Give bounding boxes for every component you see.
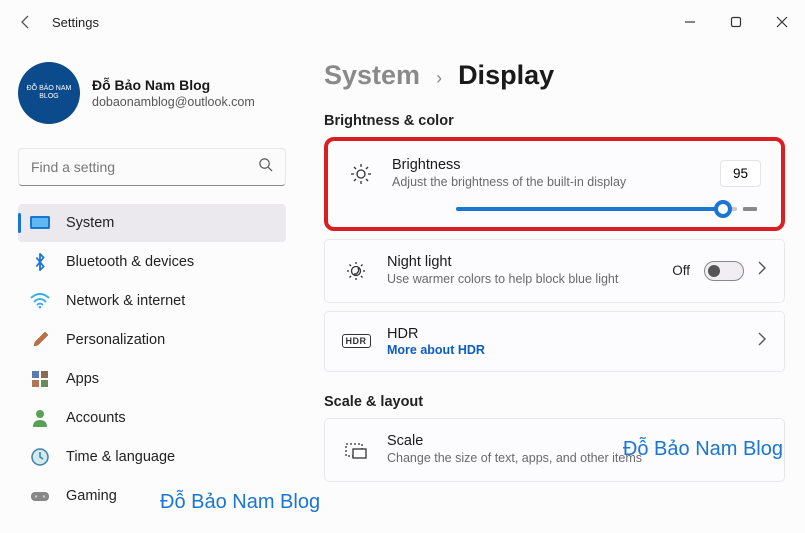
hdr-title: HDR [387, 326, 758, 342]
night-light-toggle[interactable] [704, 261, 744, 281]
hdr-card[interactable]: HDR HDR More about HDR [324, 311, 785, 372]
watermark: Đỗ Bảo Nam Blog [623, 438, 783, 461]
user-profile[interactable]: ĐỖ BẢO NAM BLOG Đỗ Bảo Nam Blog dobaonam… [18, 62, 286, 124]
chevron-right-icon[interactable] [758, 261, 766, 280]
window-title: Settings [52, 15, 99, 30]
nav-accounts[interactable]: Accounts [18, 399, 286, 437]
night-light-sub: Use warmer colors to help block blue lig… [387, 271, 672, 288]
nav-system[interactable]: System [18, 204, 286, 242]
night-light-state: Off [672, 263, 690, 278]
brightness-value: 95 [720, 160, 761, 187]
nav-label: Apps [66, 371, 99, 387]
chevron-right-icon: › [436, 68, 442, 89]
apps-icon [30, 369, 50, 389]
system-icon [30, 213, 50, 233]
page-title: Display [458, 60, 554, 91]
nav-label: Gaming [66, 488, 117, 504]
brightness-slider[interactable] [456, 207, 737, 211]
gamepad-icon [30, 486, 50, 506]
profile-name: Đỗ Bảo Nam Blog [92, 77, 255, 93]
maximize-button[interactable] [713, 0, 759, 44]
brush-icon [30, 330, 50, 350]
nav-label: Network & internet [66, 293, 185, 309]
nav-label: Time & language [66, 449, 175, 465]
night-light-title: Night light [387, 254, 672, 270]
avatar: ĐỖ BẢO NAM BLOG [18, 62, 80, 124]
nav-bluetooth[interactable]: Bluetooth & devices [18, 243, 286, 281]
nav-label: Personalization [66, 332, 165, 348]
search-input[interactable] [18, 148, 286, 186]
night-light-icon [343, 260, 369, 282]
nav-label: Accounts [66, 410, 126, 426]
search-icon [258, 157, 273, 177]
minimize-button[interactable] [667, 0, 713, 44]
night-light-card[interactable]: Night light Use warmer colors to help bl… [324, 239, 785, 303]
clock-icon [30, 447, 50, 467]
hdr-icon: HDR [343, 334, 369, 348]
hdr-link[interactable]: More about HDR [387, 343, 758, 357]
close-button[interactable] [759, 0, 805, 44]
scale-icon [343, 441, 369, 459]
brightness-card[interactable]: Brightness Adjust the brightness of the … [324, 137, 785, 231]
nav-network[interactable]: Network & internet [18, 282, 286, 320]
search-field[interactable] [31, 159, 258, 175]
nav-apps[interactable]: Apps [18, 360, 286, 398]
section-scale-layout: Scale & layout [324, 394, 785, 410]
person-icon [30, 408, 50, 428]
nav-personalization[interactable]: Personalization [18, 321, 286, 359]
brightness-title: Brightness [392, 157, 720, 173]
nav-time-language[interactable]: Time & language [18, 438, 286, 476]
nav-label: Bluetooth & devices [66, 254, 194, 270]
sun-icon [348, 163, 374, 185]
breadcrumb-parent[interactable]: System [324, 60, 420, 91]
profile-email: dobaonamblog@outlook.com [92, 95, 255, 109]
back-icon[interactable] [18, 14, 34, 30]
watermark: Đỗ Bảo Nam Blog [160, 491, 320, 514]
slider-thumb[interactable] [714, 200, 732, 218]
breadcrumb: System › Display [324, 60, 785, 91]
brightness-sub: Adjust the brightness of the built-in di… [392, 174, 720, 191]
bluetooth-icon [30, 252, 50, 272]
wifi-icon [30, 291, 50, 311]
section-brightness-color: Brightness & color [324, 113, 785, 129]
nav-label: System [66, 215, 114, 231]
chevron-right-icon[interactable] [758, 332, 766, 351]
